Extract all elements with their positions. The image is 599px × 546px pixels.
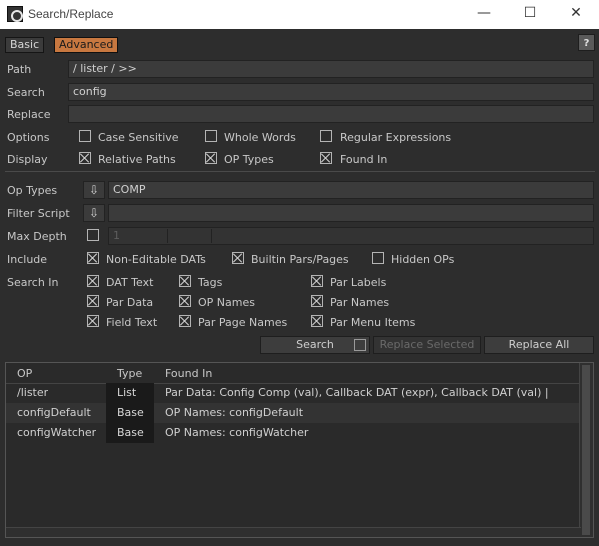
path-field[interactable]: / lister / >>	[68, 60, 594, 78]
filter-script-label: Filter Script	[7, 207, 70, 220]
max-depth-checkbox[interactable]	[87, 229, 99, 241]
par-page-names-checkbox[interactable]	[179, 315, 191, 327]
par-names-label: Par Names	[330, 296, 390, 309]
builtin-pars-label: Builtin Pars/Pages	[251, 253, 349, 266]
field-text-label: Field Text	[106, 316, 158, 329]
whole-words-label: Whole Words	[224, 131, 296, 144]
relative-paths-label: Relative Paths	[98, 153, 176, 166]
op-names-checkbox[interactable]	[179, 295, 191, 307]
row-type: Base	[106, 423, 154, 443]
tags-checkbox[interactable]	[179, 275, 191, 287]
max-depth-value: 1	[113, 229, 120, 242]
column-header-found-in[interactable]: Found In	[165, 366, 212, 382]
filter-script-dropdown-arrow-icon[interactable]: ⇩	[83, 204, 105, 222]
op-names-label: OP Names	[198, 296, 255, 309]
op-types-checkbox[interactable]	[205, 152, 217, 164]
filter-script-field[interactable]	[108, 204, 594, 222]
tab-basic[interactable]: Basic	[5, 37, 45, 53]
options-label: Options	[7, 131, 50, 144]
par-page-names-label: Par Page Names	[198, 316, 288, 329]
minimize-button[interactable]: —	[461, 0, 507, 29]
row-op: /lister	[17, 386, 49, 399]
window-title: Search/Replace	[28, 7, 114, 21]
par-menu-items-label: Par Menu Items	[330, 316, 416, 329]
op-types-label: Op Types	[7, 184, 58, 197]
par-data-checkbox[interactable]	[87, 295, 99, 307]
search-button-label: Search	[296, 338, 334, 351]
path-label: Path	[7, 63, 32, 76]
non-editable-dats-checkbox[interactable]	[87, 252, 99, 264]
row-found-in: OP Names: configDefault	[165, 406, 304, 419]
non-editable-dats-label: Non-Editable DATs	[106, 253, 206, 266]
max-depth-label: Max Depth	[7, 230, 67, 243]
results-table[interactable]: OP Type Found In /lister List Par Data: …	[5, 362, 594, 538]
row-type: Base	[106, 403, 154, 423]
row-op: configDefault	[17, 406, 91, 419]
replace-label: Replace	[7, 108, 51, 121]
search-input[interactable]: config	[68, 83, 594, 101]
table-row[interactable]: configDefault Base OP Names: configDefau…	[6, 403, 579, 423]
relative-paths-checkbox[interactable]	[79, 152, 91, 164]
par-labels-checkbox[interactable]	[311, 275, 323, 287]
column-header-op[interactable]: OP	[17, 366, 32, 382]
op-types-display-label: OP Types	[224, 153, 274, 166]
search-in-label: Search In	[7, 276, 59, 289]
par-data-label: Par Data	[106, 296, 154, 309]
search-button[interactable]: Search	[260, 336, 370, 354]
found-in-checkbox[interactable]	[320, 152, 332, 164]
column-header-type[interactable]: Type	[117, 366, 142, 382]
vertical-scrollbar[interactable]	[579, 363, 593, 537]
row-type: List	[106, 383, 154, 403]
close-button[interactable]: ✕	[553, 0, 599, 29]
row-found-in: OP Names: configWatcher	[165, 426, 309, 439]
par-menu-items-checkbox[interactable]	[311, 315, 323, 327]
table-row[interactable]: configWatcher Base OP Names: configWatch…	[6, 423, 579, 443]
replace-all-button[interactable]: Replace All	[484, 336, 594, 354]
dialog-body: Basic Advanced ? Path / lister / >> Sear…	[0, 29, 599, 546]
field-text-checkbox[interactable]	[87, 315, 99, 327]
tags-label: Tags	[198, 276, 223, 289]
replace-selected-button[interactable]: Replace Selected	[373, 336, 481, 354]
row-op: configWatcher	[17, 426, 97, 439]
vertical-scrollbar-thumb[interactable]	[582, 365, 590, 535]
help-button[interactable]: ?	[578, 34, 595, 51]
builtin-pars-checkbox[interactable]	[232, 252, 244, 264]
dat-text-label: DAT Text	[106, 276, 154, 289]
app-logo-icon	[7, 6, 23, 22]
display-label: Display	[7, 153, 48, 166]
horizontal-scrollbar[interactable]	[6, 527, 581, 537]
search-label: Search	[7, 86, 45, 99]
op-types-dropdown-arrow-icon[interactable]: ⇩	[83, 181, 105, 199]
regex-label: Regular Expressions	[340, 131, 452, 144]
include-label: Include	[7, 253, 48, 266]
hidden-ops-checkbox[interactable]	[372, 252, 384, 264]
op-types-field[interactable]: COMP	[108, 181, 594, 199]
case-sensitive-checkbox[interactable]	[79, 130, 91, 142]
max-depth-slider-divider	[167, 229, 168, 243]
search-button-checkbox[interactable]	[354, 339, 366, 351]
max-depth-field[interactable]: 1	[108, 227, 594, 245]
max-depth-slider-divider	[211, 229, 212, 243]
whole-words-checkbox[interactable]	[205, 130, 217, 142]
replace-input[interactable]	[68, 105, 594, 123]
hidden-ops-label: Hidden OPs	[391, 253, 455, 266]
maximize-button[interactable]: ☐	[507, 0, 553, 29]
dat-text-checkbox[interactable]	[87, 275, 99, 287]
row-found-in: Par Data: Config Comp (val), Callback DA…	[165, 386, 549, 399]
regex-checkbox[interactable]	[320, 130, 332, 142]
case-sensitive-label: Case Sensitive	[98, 131, 179, 144]
par-names-checkbox[interactable]	[311, 295, 323, 307]
window-titlebar: Search/Replace — ☐ ✕	[0, 0, 599, 29]
par-labels-label: Par Labels	[330, 276, 387, 289]
table-row[interactable]: /lister List Par Data: Config Comp (val)…	[6, 383, 579, 403]
divider	[5, 171, 595, 172]
tab-advanced[interactable]: Advanced	[54, 37, 119, 53]
found-in-label: Found In	[340, 153, 388, 166]
